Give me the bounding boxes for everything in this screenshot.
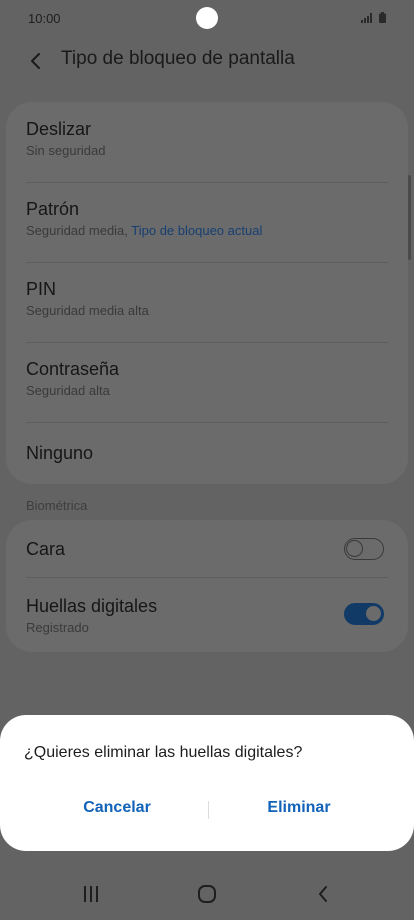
biometric-subtitle: Registrado — [26, 620, 89, 635]
biometric-title: Cara — [26, 539, 66, 559]
toggle-knob — [346, 540, 363, 557]
lock-option-title: Ninguno — [26, 443, 94, 463]
lock-option-password[interactable]: Contraseña Seguridad alta — [26, 358, 388, 399]
lock-option-subtitle: Seguridad media, Tipo de bloqueo actual — [26, 222, 388, 239]
back-button[interactable] — [20, 46, 50, 76]
lock-option-title: Patrón — [26, 199, 80, 219]
divider — [26, 182, 388, 183]
status-icons — [361, 11, 386, 23]
current-lock-type-label: Tipo de bloqueo actual — [131, 223, 263, 238]
delete-button[interactable]: Eliminar — [209, 799, 389, 817]
biometrics-list: Cara Huellas digitales Registrado — [6, 520, 408, 652]
lock-option-subtitle: Seguridad media alta — [26, 303, 149, 318]
recent-apps-icon — [84, 886, 98, 902]
fingerprints-toggle[interactable] — [344, 603, 384, 625]
dialog-message: ¿Quieres eliminar las huellas digitales? — [24, 744, 303, 761]
page-title: Tipo de bloqueo de pantalla — [61, 48, 295, 69]
screen: 10:00 Tipo de bloqueo de pantalla Desliz… — [0, 0, 414, 920]
face-toggle[interactable] — [344, 538, 384, 560]
divider — [26, 342, 388, 343]
cancel-button[interactable]: Cancelar — [27, 799, 207, 817]
back-arrow-icon — [31, 53, 40, 69]
toggle-knob — [365, 605, 382, 622]
lock-option-none[interactable]: Ninguno — [26, 442, 388, 464]
signal-icon — [361, 13, 372, 23]
home-icon — [198, 885, 216, 903]
lock-option-subtitle-text: Seguridad media, — [26, 223, 132, 238]
biometric-face[interactable]: Cara — [26, 538, 388, 560]
lock-option-subtitle: Sin seguridad — [26, 143, 106, 158]
scrollbar[interactable] — [408, 175, 411, 260]
section-label-biometrics: Biométrica — [26, 498, 88, 513]
nav-back-button[interactable] — [308, 882, 338, 906]
lock-option-pin[interactable]: PIN Seguridad media alta — [26, 278, 388, 319]
lock-option-subtitle: Seguridad alta — [26, 383, 110, 398]
lock-option-title: PIN — [26, 279, 57, 299]
battery-icon — [379, 12, 386, 23]
divider — [26, 422, 388, 423]
divider — [26, 262, 388, 263]
lock-option-pattern[interactable]: Patrón Seguridad media, Tipo de bloqueo … — [26, 198, 388, 239]
navigation-bar — [0, 866, 414, 920]
lock-option-title: Contraseña — [26, 359, 120, 379]
status-time: 10:00 — [28, 11, 61, 26]
confirm-dialog: ¿Quieres eliminar las huellas digitales?… — [0, 715, 414, 851]
home-button[interactable] — [192, 882, 222, 906]
recent-apps-button[interactable] — [76, 882, 106, 906]
status-bar: 10:00 — [0, 0, 414, 36]
app-header: Tipo de bloqueo de pantalla — [0, 36, 414, 86]
back-icon — [319, 886, 327, 902]
biometric-fingerprints[interactable]: Huellas digitales Registrado — [26, 595, 388, 636]
front-camera-cutout — [196, 7, 218, 29]
divider — [26, 577, 388, 578]
lock-option-title: Deslizar — [26, 119, 92, 139]
lock-option-swipe[interactable]: Deslizar Sin seguridad — [26, 118, 388, 159]
biometric-title: Huellas digitales — [26, 596, 158, 616]
lock-type-list: Deslizar Sin seguridad Patrón Seguridad … — [6, 102, 408, 484]
